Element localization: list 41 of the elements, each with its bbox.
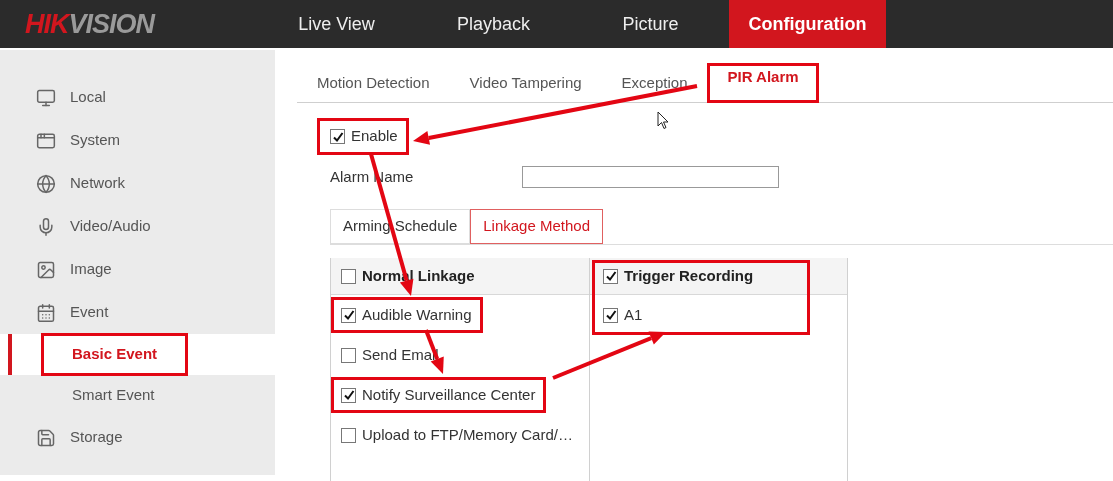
nav-tab[interactable]: Playback [415,0,572,48]
tab[interactable]: Motion Detection [297,63,450,103]
checkbox[interactable] [341,268,356,284]
sidebar-subitem[interactable]: Basic Event [41,333,189,376]
logo: HIKVISION [25,7,155,41]
checkbox-label: Audible Warning [362,304,472,325]
checkbox-label: A1 [624,304,643,325]
checkbox[interactable] [603,307,618,323]
checkbox-label: Notify Surveillance Center [362,384,536,405]
sidebar-item[interactable]: Local [0,76,275,119]
cursor-icon [657,111,669,130]
sidebar-item[interactable]: Network [0,162,275,205]
checkbox[interactable] [341,347,356,363]
input-field[interactable] [522,166,779,188]
checkbox-label: Upload to FTP/Memory Card/… [362,424,573,445]
checkbox[interactable] [330,129,345,144]
checkbox[interactable] [341,427,356,443]
sub-tab[interactable]: Linkage Method [470,209,603,244]
sidebar-item[interactable]: Storage [0,416,275,459]
checkbox[interactable] [341,387,356,403]
sidebar-item[interactable]: System [0,119,275,162]
column-header: Trigger Recording [624,265,754,286]
monitor-icon [36,87,56,108]
globe-icon [36,173,56,194]
sub-tab[interactable]: Arming Schedule [330,209,471,244]
checkbox[interactable] [603,268,618,284]
image-icon [36,259,56,280]
nav-tab[interactable]: Configuration [729,0,886,48]
sidebar-item[interactable]: Event [0,291,275,334]
microphone-icon [36,216,56,237]
tab[interactable]: Video Tampering [449,63,602,103]
sidebar-subitem[interactable]: Smart Event [41,374,186,417]
tab[interactable]: PIR Alarm [707,63,819,103]
tab[interactable]: Exception [601,63,708,103]
checkbox[interactable] [341,307,356,323]
sidebar-item[interactable]: Image [0,248,275,291]
calendar-icon [36,302,56,323]
sidebar-item[interactable]: Video/Audio [0,205,275,248]
checkbox-label: Enable [351,126,398,147]
nav-tab[interactable]: Picture [572,0,729,48]
nav-tab[interactable]: Live View [258,0,415,48]
